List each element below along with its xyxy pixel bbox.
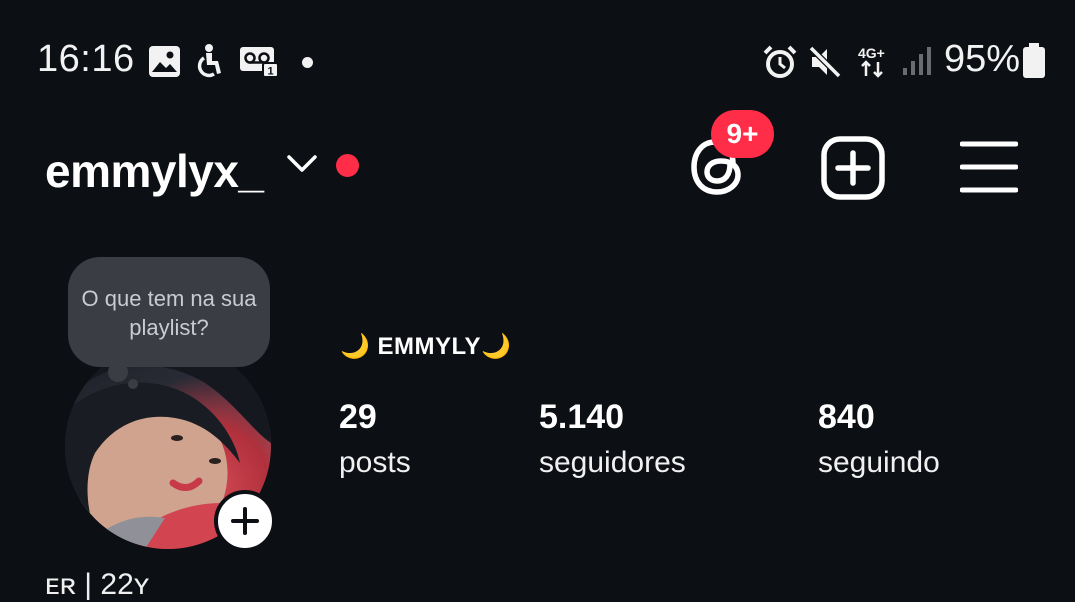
posts-label[interactable]: posts: [339, 446, 411, 480]
battery-icon: [1023, 43, 1045, 78]
network-type-icon: 4G+: [858, 45, 885, 78]
svg-text:1: 1: [267, 66, 273, 78]
note-text: O que tem na sua playlist?: [81, 286, 257, 340]
accessibility-icon: [197, 44, 221, 78]
display-name: 🌙 EMMYLY🌙: [340, 333, 512, 360]
profile-header: emmylyx_: [0, 120, 1075, 220]
add-story-button[interactable]: [214, 490, 276, 552]
battery-percentage: 95%: [944, 38, 1021, 80]
status-bar: 16:16 1 4G+ 95%: [0, 0, 1075, 120]
bio-text: ᴇʀ | 22ʏ: [45, 568, 150, 601]
posts-count[interactable]: 29: [339, 398, 377, 437]
gallery-icon: [149, 46, 180, 77]
plus-icon: [231, 507, 259, 535]
svg-text:4G+: 4G+: [858, 45, 885, 61]
followers-label[interactable]: seguidores: [539, 446, 686, 480]
status-time: 16:16: [37, 38, 135, 80]
username-switcher[interactable]: emmylyx_: [45, 144, 264, 198]
note-bubble-tail: [108, 362, 128, 382]
threads-notification-badge: 9+: [711, 110, 774, 158]
followers-count[interactable]: 5.140: [539, 398, 624, 437]
voicemail-icon: 1: [240, 47, 279, 78]
chevron-down-icon[interactable]: [286, 154, 318, 174]
alarm-icon: [763, 45, 797, 78]
note-bubble-tail-small: [128, 379, 138, 389]
following-count[interactable]: 840: [818, 398, 875, 437]
menu-icon[interactable]: [960, 140, 1018, 194]
notification-dot: [302, 57, 313, 68]
note-bubble[interactable]: O que tem na sua playlist?: [68, 257, 270, 367]
following-label[interactable]: seguindo: [818, 446, 940, 480]
mute-icon: [808, 45, 842, 79]
signal-icon: [903, 47, 931, 75]
create-post-button[interactable]: [821, 136, 885, 200]
unread-dot: [336, 154, 359, 177]
